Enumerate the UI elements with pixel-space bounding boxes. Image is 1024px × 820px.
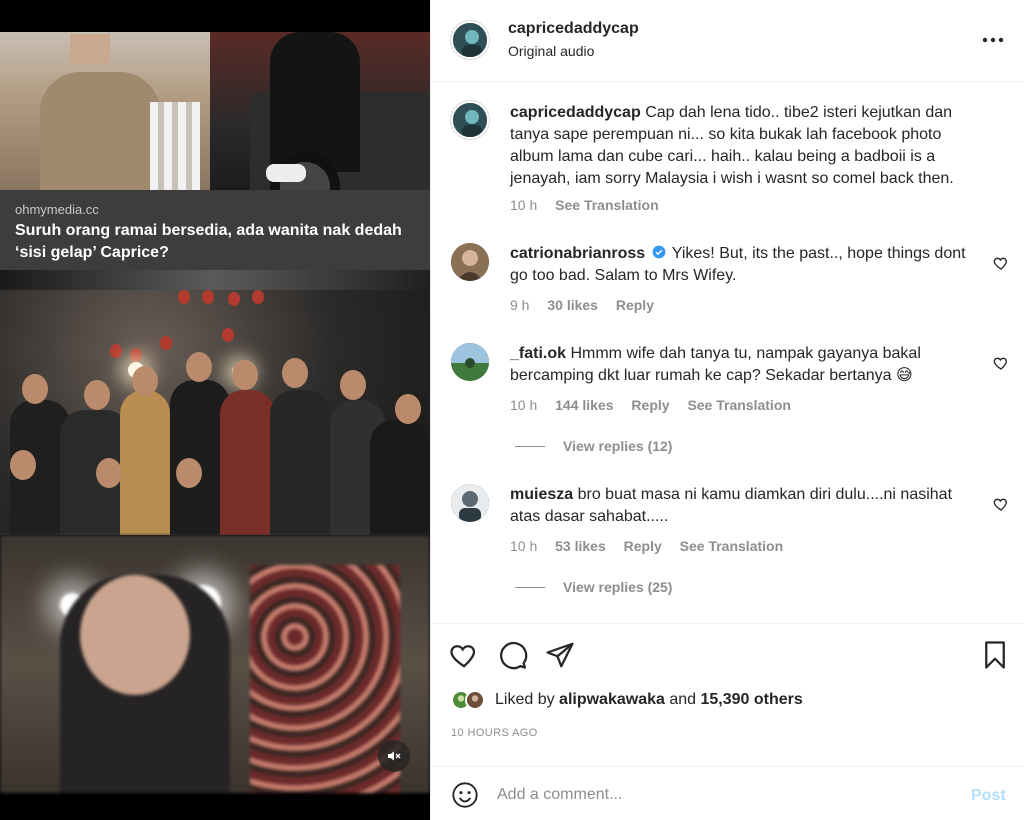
- liked-by-others[interactable]: 15,390 others: [701, 691, 803, 708]
- see-translation-link[interactable]: See Translation: [687, 397, 790, 413]
- media-photo-man-jeep: [210, 32, 430, 190]
- more-options-button[interactable]: [979, 26, 1007, 54]
- media-photo-woman: [0, 32, 210, 190]
- comment-like-count[interactable]: 30 likes: [547, 297, 598, 313]
- see-translation-link[interactable]: See Translation: [680, 538, 783, 554]
- more-horizontal-icon: [982, 37, 1004, 43]
- media-photo-collage: [0, 32, 430, 190]
- liked-by-row: Liked by alipwakawaka and 15,390 others: [451, 690, 803, 710]
- reply-button[interactable]: Reply: [624, 538, 662, 554]
- post-side-panel: capricedaddycap Original audio capriceda…: [430, 0, 1024, 820]
- media-link-card: ohmymedia.cc Suruh orang ramai bersedia,…: [0, 190, 430, 270]
- comment-body: bro buat masa ni kamu diamkan diri dulu.…: [510, 486, 953, 525]
- comments-list[interactable]: capricedaddycap Cap dah lena tido.. tibe…: [431, 83, 1024, 623]
- add-comment-bar: Post: [431, 766, 1024, 820]
- like-comment-icon[interactable]: [993, 355, 1009, 371]
- comment-meta: 10 h 53 likes Reply See Translation: [510, 538, 797, 554]
- like-comment-icon[interactable]: [993, 255, 1009, 271]
- add-comment-input[interactable]: [497, 781, 937, 809]
- commenter-username[interactable]: muiesza: [510, 486, 573, 503]
- commenter-avatar[interactable]: [451, 484, 489, 522]
- media-divider-strip: [0, 270, 430, 290]
- comment-bubble-icon[interactable]: [498, 640, 528, 670]
- like-heart-icon[interactable]: [449, 640, 479, 670]
- view-replies-label: View replies (12): [563, 438, 673, 454]
- view-replies-button[interactable]: View replies (25): [515, 579, 672, 595]
- link-title: Suruh orang ramai bersedia, ada wanita n…: [15, 222, 402, 261]
- comment-meta: 10 h 144 likes Reply See Translation: [510, 397, 805, 413]
- caption-time[interactable]: 10 h: [510, 197, 537, 213]
- comment-text: muiesza bro buat masa ni kamu diamkan di…: [510, 484, 980, 528]
- caption-meta: 10 h See Translation: [510, 197, 673, 213]
- post-timestamp[interactable]: 10 HOURS AGO: [451, 727, 538, 739]
- comment-text: _fati.ok Hmmm wife dah tanya tu, nampak …: [510, 343, 980, 387]
- liked-by-prefix: Liked by: [495, 691, 555, 708]
- caption-username[interactable]: capricedaddycap: [510, 104, 641, 121]
- replies-divider-line: [515, 445, 545, 447]
- reply-button[interactable]: Reply: [631, 397, 669, 413]
- view-replies-label: View replies (25): [563, 579, 673, 595]
- comment-like-count[interactable]: 53 likes: [555, 538, 606, 554]
- comment-like-count[interactable]: 144 likes: [555, 397, 613, 413]
- commenter-username[interactable]: catrionabrianross: [510, 245, 645, 262]
- media-blurred-video-frame: [0, 535, 430, 793]
- media-group-photo: [0, 290, 430, 535]
- share-paper-plane-icon[interactable]: [545, 640, 575, 670]
- caption-avatar[interactable]: [451, 101, 489, 139]
- post-comment-button[interactable]: Post: [971, 787, 1006, 805]
- speaker-muted-icon: [388, 751, 401, 761]
- comment-time[interactable]: 9 h: [510, 297, 529, 313]
- author-avatar[interactable]: [451, 21, 489, 59]
- comment-meta: 9 h 30 likes Reply: [510, 297, 668, 313]
- comment-text: catrionabrianross Yikes! But, its the pa…: [510, 243, 980, 287]
- original-audio-link[interactable]: Original audio: [508, 43, 594, 59]
- comment-body: Hmmm wife dah tanya tu, nampak gayanya b…: [510, 345, 921, 384]
- like-comment-icon[interactable]: [993, 496, 1009, 512]
- see-translation-link[interactable]: See Translation: [555, 197, 658, 213]
- link-site: ohmymedia.cc: [15, 202, 99, 217]
- author-username[interactable]: capricedaddycap: [508, 20, 639, 38]
- bookmark-icon[interactable]: [980, 640, 1010, 670]
- liked-by-and: and: [669, 691, 697, 708]
- post-header: capricedaddycap Original audio: [431, 0, 1024, 82]
- comment-time[interactable]: 10 h: [510, 538, 537, 554]
- liked-by-text: Liked by alipwakawaka and 15,390 others: [495, 691, 803, 709]
- caption-text: capricedaddycap Cap dah lena tido.. tibe…: [510, 102, 980, 190]
- mute-button[interactable]: [378, 740, 410, 772]
- commenter-avatar[interactable]: [451, 343, 489, 381]
- emoji-icon[interactable]: [451, 781, 479, 809]
- commenter-avatar[interactable]: [451, 243, 489, 281]
- view-replies-button[interactable]: View replies (12): [515, 438, 672, 454]
- replies-divider-line: [515, 586, 545, 588]
- verified-badge-icon: [652, 245, 666, 259]
- reply-button[interactable]: Reply: [616, 297, 654, 313]
- liked-by-user[interactable]: alipwakawaka: [559, 691, 665, 708]
- liker-avatar[interactable]: [465, 690, 485, 710]
- post-media[interactable]: ohmymedia.cc Suruh orang ramai bersedia,…: [0, 0, 430, 820]
- comment-time[interactable]: 10 h: [510, 397, 537, 413]
- commenter-username[interactable]: _fati.ok: [510, 345, 566, 362]
